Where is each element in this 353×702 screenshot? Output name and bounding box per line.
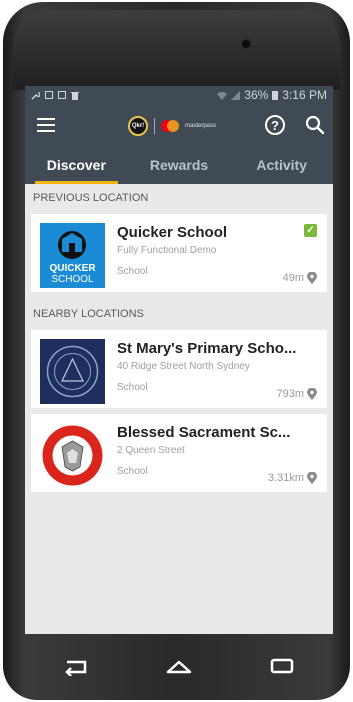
home-icon[interactable] xyxy=(164,656,194,676)
location-type: School xyxy=(117,382,148,393)
previous-location-header: PREVIOUS LOCATION xyxy=(33,192,149,204)
wifi-icon xyxy=(217,91,228,100)
location-subtitle: 40 Ridge Street North Sydney xyxy=(117,361,250,372)
tab-bar: Discover Rewards Activity xyxy=(25,148,333,184)
app-bar: Qkr! masterpass ? xyxy=(25,104,333,148)
status-bar: 36% 3:16 PM xyxy=(25,86,333,104)
mastercard-logo xyxy=(161,120,179,132)
tab-rewards[interactable]: Rewards xyxy=(128,148,231,184)
nearby-locations-header: NEARBY LOCATIONS xyxy=(33,308,144,320)
location-type: School xyxy=(117,466,148,477)
quicker-school-logo: QUICKER SCHOOL xyxy=(40,223,105,288)
status-icons-left xyxy=(31,91,79,100)
wrench-icon xyxy=(31,91,40,100)
map-pin-icon xyxy=(307,272,317,284)
location-title: St Mary's Primary Scho... xyxy=(117,340,297,357)
front-camera xyxy=(242,40,250,48)
location-title: Blessed Sacrament Sc... xyxy=(117,424,291,441)
status-icons-right: 36% 3:16 PM xyxy=(217,88,327,102)
signal-icon xyxy=(231,90,241,100)
map-pin-icon xyxy=(307,388,317,400)
image-icon xyxy=(58,91,66,99)
logo-divider xyxy=(154,118,155,134)
battery-icon xyxy=(272,91,279,100)
st-marys-crest xyxy=(40,339,105,404)
tab-discover[interactable]: Discover xyxy=(25,148,128,184)
location-distance: 793m xyxy=(276,388,317,400)
distance-value: 3.31km xyxy=(267,472,304,484)
location-card-blessed-sacrament[interactable]: Blessed Sacrament Sc... 2 Queen Street S… xyxy=(31,414,327,492)
android-nav-bar xyxy=(25,642,333,690)
blessed-sacrament-crest xyxy=(40,423,105,488)
location-card-st-marys[interactable]: St Mary's Primary Scho... 40 Ridge Stree… xyxy=(31,330,327,408)
search-icon[interactable] xyxy=(305,115,325,135)
location-card-quicker-school[interactable]: QUICKER SCHOOL Quicker School ✓ Fully Fu… xyxy=(31,214,327,292)
checkmark-icon: ✓ xyxy=(304,224,317,237)
logo-text-school: SCHOOL xyxy=(51,274,94,285)
trash-icon xyxy=(71,91,79,100)
location-type: School xyxy=(117,266,148,277)
qkr-logo: Qkr! xyxy=(128,116,148,136)
recent-apps-icon[interactable] xyxy=(267,656,297,676)
map-pin-icon xyxy=(307,472,317,484)
menu-icon[interactable] xyxy=(37,118,55,132)
location-subtitle: Fully Functional Demo xyxy=(117,245,217,256)
location-title: Quicker School xyxy=(117,224,228,241)
location-distance: 49m xyxy=(283,272,317,284)
clock: 3:16 PM xyxy=(282,88,327,102)
tab-activity[interactable]: Activity xyxy=(230,148,333,184)
masterpass-text: masterpass xyxy=(185,123,217,129)
phone-top-bezel xyxy=(13,10,340,90)
location-distance: 3.31km xyxy=(268,472,317,484)
logo-text-quicker: QUICKER xyxy=(49,263,96,274)
battery-percent: 36% xyxy=(244,88,269,102)
notification-icon xyxy=(45,91,53,99)
back-icon[interactable] xyxy=(61,656,91,676)
location-subtitle: 2 Queen Street xyxy=(117,445,185,456)
help-icon[interactable]: ? xyxy=(265,115,285,135)
distance-value: 49m xyxy=(282,272,304,284)
app-screen: 36% 3:16 PM Qkr! masterpass ? Discover R… xyxy=(25,86,333,634)
brand-logos: Qkr! masterpass xyxy=(128,116,216,136)
distance-value: 793m xyxy=(276,388,304,400)
